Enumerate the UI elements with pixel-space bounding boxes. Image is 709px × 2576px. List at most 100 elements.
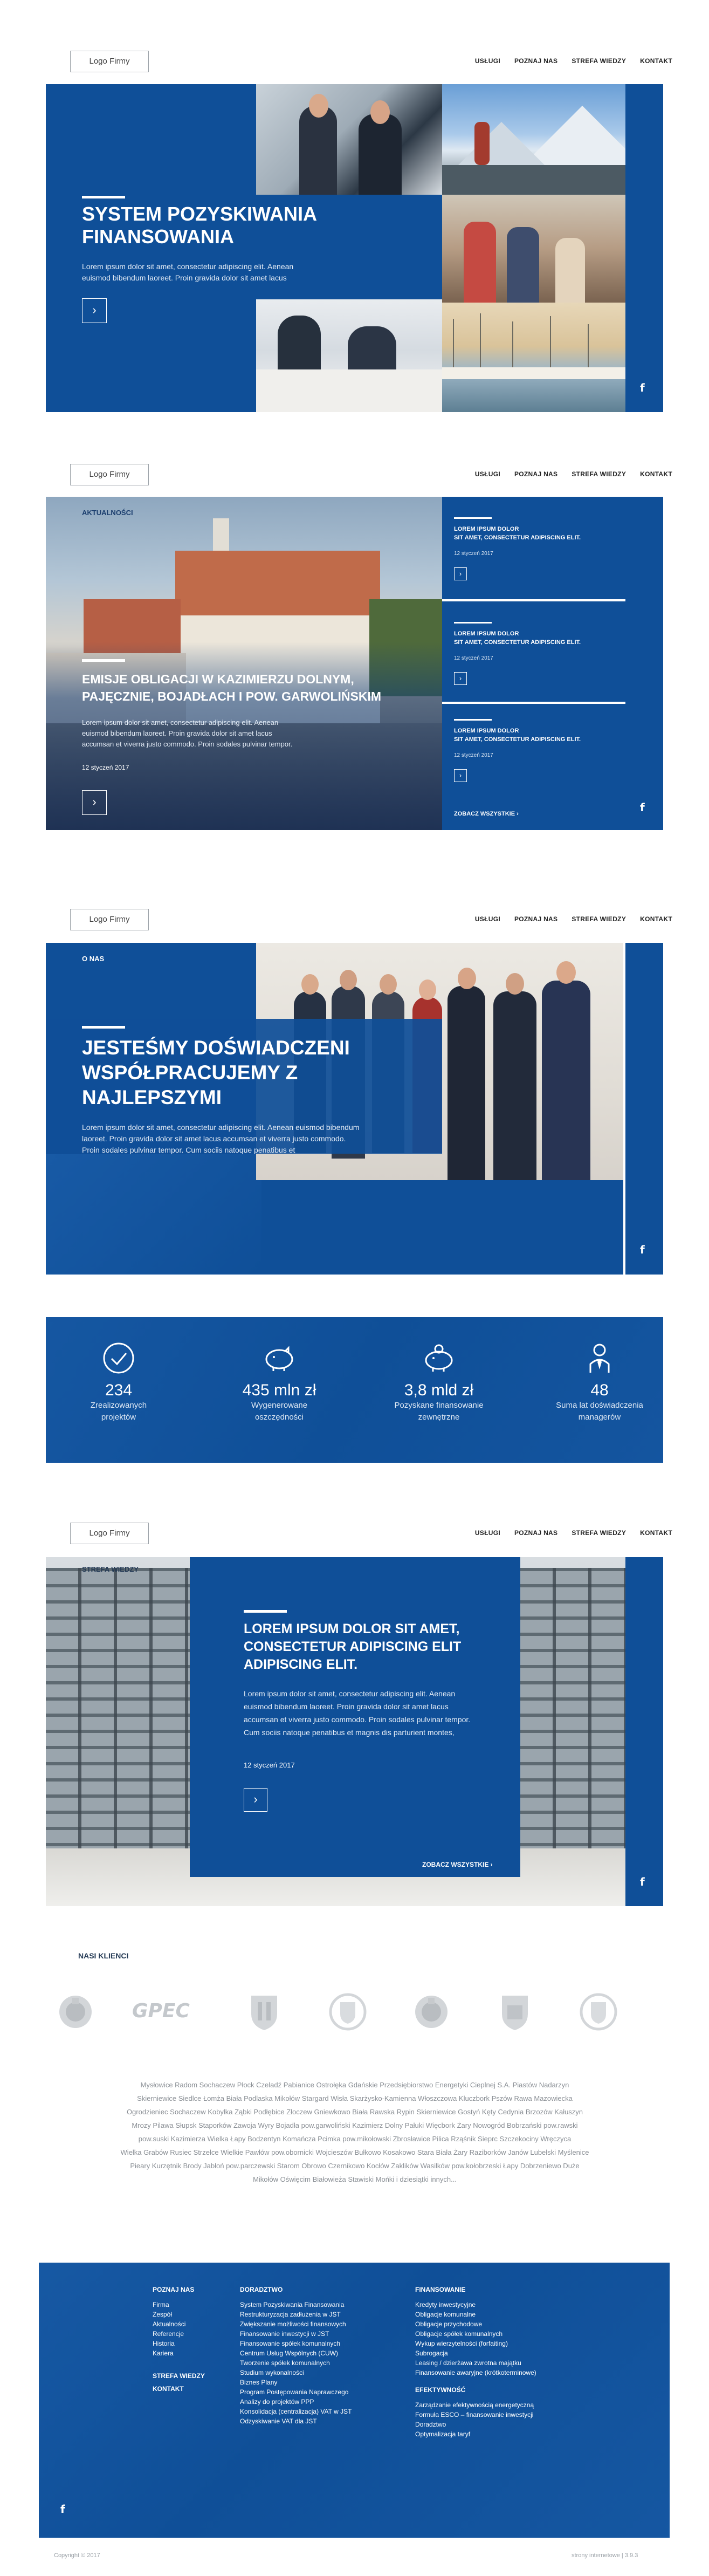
nav-uslugi[interactable]: USŁUGI — [475, 1529, 500, 1537]
footer-link[interactable]: Aktualności — [153, 2319, 205, 2329]
about-bg-pattern — [46, 1154, 261, 1275]
footer-link[interactable]: Obligacje komunalne — [415, 2310, 536, 2319]
facebook-icon[interactable]: f — [640, 1243, 645, 1256]
knowledge-next-button[interactable]: › — [244, 1788, 267, 1812]
footer-link[interactable]: Leasing / dzierżawa zwrotna majątku — [415, 2358, 536, 2368]
emblem-logo-icon — [580, 1993, 617, 2031]
footer-link[interactable]: Biznes Plany — [240, 2378, 352, 2387]
footer-link[interactable]: Zarządzanie efektywnością energetyczną — [415, 2400, 536, 2410]
footer-strefa-wiedzy[interactable]: STREFA WIEDZY — [153, 2371, 205, 2381]
nav-poznaj-nas[interactable]: POZNAJ NAS — [514, 915, 557, 923]
clients-title: NASI KLIENCI — [78, 1951, 129, 1960]
hero-photo-business — [256, 84, 442, 195]
news-see-all-link[interactable]: ZOBACZ WSZYSTKIE › — [454, 811, 519, 817]
footer-kontakt[interactable]: KONTAKT — [153, 2384, 205, 2394]
knowledge-section-label: STREFA WIEDZY — [82, 1565, 139, 1573]
footer-link[interactable]: System Pozyskiwania Finansowania — [240, 2300, 352, 2310]
nav-strefa-wiedzy[interactable]: STREFA WIEDZY — [572, 470, 626, 478]
logo[interactable]: Logo Firmy — [70, 464, 149, 485]
hero-photo-mountains — [442, 84, 625, 195]
nav-uslugi[interactable]: USŁUGI — [475, 57, 500, 65]
footer-link[interactable]: Historia — [153, 2339, 205, 2348]
nav-poznaj-nas[interactable]: POZNAJ NAS — [514, 57, 557, 65]
stat-label: Zrealizowanych projektów — [90, 1401, 147, 1422]
footer-link[interactable]: Zwiększanie możliwości finansowych — [240, 2319, 352, 2329]
footer-link[interactable]: Subrogacja — [415, 2348, 536, 2358]
knowledge-text: Lorem ipsum dolor sit amet, consectetur … — [244, 1689, 471, 1737]
footer-link[interactable]: Odzyskiwanie VAT dla JST — [240, 2416, 352, 2426]
footer-link[interactable]: Kredyty inwestycyjne — [415, 2300, 536, 2310]
news-item-3[interactable]: LOREM IPSUM DOLOR SIT AMET, CONSECTETUR … — [442, 704, 625, 830]
nav-kontakt[interactable]: KONTAKT — [640, 470, 672, 478]
footer-link[interactable]: Program Postępowania Naprawczego — [240, 2387, 352, 2397]
footer-link[interactable]: Konsolidacja (centralizacja) VAT w JST — [240, 2407, 352, 2416]
nav-uslugi[interactable]: USŁUGI — [475, 470, 500, 478]
news-item-1[interactable]: LOREM IPSUM DOLOR SIT AMET, CONSECTETUR … — [442, 497, 625, 599]
logo[interactable]: Logo Firmy — [70, 909, 149, 930]
footer-link[interactable]: Tworzenie spółek komunalnych — [240, 2358, 352, 2368]
footer-link[interactable]: Restrukturyzacja zadłużenia w JST — [240, 2310, 352, 2319]
footer-link[interactable]: Kariera — [153, 2348, 205, 2358]
facebook-icon[interactable]: f — [640, 1875, 645, 1888]
news-item-1-arrow[interactable]: › — [454, 567, 467, 580]
nav-strefa-wiedzy[interactable]: STREFA WIEDZY — [572, 1529, 626, 1537]
footer-link[interactable]: Obligacje spółek komunalnych — [415, 2329, 536, 2339]
footer-link[interactable]: Studium wykonalności — [240, 2368, 352, 2378]
nav-strefa-wiedzy[interactable]: STREFA WIEDZY — [572, 57, 626, 65]
nav-strefa-wiedzy[interactable]: STREFA WIEDZY — [572, 915, 626, 923]
footer-link[interactable]: Finansowanie inwestycji w JST — [240, 2329, 352, 2339]
hero-next-button[interactable]: › — [82, 298, 107, 323]
logo[interactable]: Logo Firmy — [70, 51, 149, 72]
footer-credit[interactable]: strony internetowe | 3.9.3 — [572, 2552, 638, 2559]
facebook-icon[interactable]: f — [640, 381, 645, 394]
nav-kontakt[interactable]: KONTAKT — [640, 915, 672, 923]
knowledge-see-all-link[interactable]: ZOBACZ WSZYSTKIE › — [422, 1861, 493, 1868]
nav-kontakt[interactable]: KONTAKT — [640, 1529, 672, 1537]
footer-link[interactable]: Finansowanie awaryjne (krótkoterminowe) — [415, 2368, 536, 2378]
news-main-text: Lorem ipsum dolor sit amet, consectetur … — [82, 718, 293, 748]
footer-link[interactable]: Firma — [153, 2300, 205, 2310]
nav-poznaj-nas[interactable]: POZNAJ NAS — [514, 1529, 557, 1537]
main-nav: USŁUGI POZNAJ NAS STREFA WIEDZY KONTAKT — [475, 470, 672, 478]
footer-link[interactable]: Wykup wierzytelności (forfaiting) — [415, 2339, 536, 2348]
about-title-line — [82, 1026, 125, 1029]
stats-section: 234 Zrealizowanych projektów 435 mln zł W… — [46, 1317, 663, 1463]
facebook-icon[interactable]: f — [60, 2503, 65, 2516]
main-nav: USŁUGI POZNAJ NAS STREFA WIEDZY KONTAKT — [475, 1529, 672, 1537]
clients-logos: GPEC — [54, 1990, 655, 2033]
news-item-2[interactable]: LOREM IPSUM DOLOR SIT AMET, CONSECTETUR … — [442, 601, 625, 702]
nav-poznaj-nas[interactable]: POZNAJ NAS — [514, 470, 557, 478]
nav-kontakt[interactable]: KONTAKT — [640, 57, 672, 65]
footer-panel — [39, 2263, 670, 2538]
footer-link[interactable]: Finansowanie spółek komunalnych — [240, 2339, 352, 2348]
stat-value: 435 mln zł — [242, 1381, 316, 1399]
hero-title: SYSTEM POZYSKIWANIA FINANSOWANIA — [82, 203, 318, 248]
logo[interactable]: Logo Firmy — [70, 1523, 149, 1544]
knowledge-date: 12 styczeń 2017 — [244, 1761, 295, 1769]
footer-link[interactable]: Centrum Usług Wspólnych (CUW) — [240, 2348, 352, 2358]
check-circle-icon — [103, 1342, 134, 1374]
stat-savings: 435 mln zł Wygenerowane oszczędności — [217, 1341, 341, 1423]
nav-uslugi[interactable]: USŁUGI — [475, 915, 500, 923]
footer-link[interactable]: Formuła ESCO – finansowanie inwestycji — [415, 2410, 536, 2420]
news-sidebar — [625, 497, 663, 830]
copyright: Copyright © 2017 — [54, 2552, 100, 2559]
stat-financing: 3,8 mld zł Pozyskane finansowanie zewnętr… — [377, 1341, 501, 1423]
footer-link[interactable]: Analizy do projektów PPP — [240, 2397, 352, 2407]
news-item-3-arrow[interactable]: › — [454, 769, 467, 782]
news-main-button[interactable]: › — [82, 790, 107, 815]
footer-link[interactable]: Optymalizacja taryf — [415, 2429, 536, 2439]
stat-value: 234 — [105, 1381, 133, 1399]
chevron-right-icon: › — [490, 1861, 493, 1868]
hero-title-line — [82, 196, 125, 198]
facebook-icon[interactable]: f — [640, 801, 645, 814]
footer-link[interactable]: Doradztwo — [415, 2420, 536, 2429]
hero-photo-meeting — [256, 299, 442, 412]
shield-logo-icon — [502, 1996, 528, 2030]
footer-link[interactable]: Referencje — [153, 2329, 205, 2339]
stat-label: Pozyskane finansowanie zewnętrzne — [394, 1401, 484, 1422]
stat-experience: 48 Suma lat doświadczenia managerów — [538, 1341, 662, 1423]
footer-link[interactable]: Obligacje przychodowe — [415, 2319, 536, 2329]
footer-link[interactable]: Zespół — [153, 2310, 205, 2319]
news-item-2-arrow[interactable]: › — [454, 672, 467, 685]
